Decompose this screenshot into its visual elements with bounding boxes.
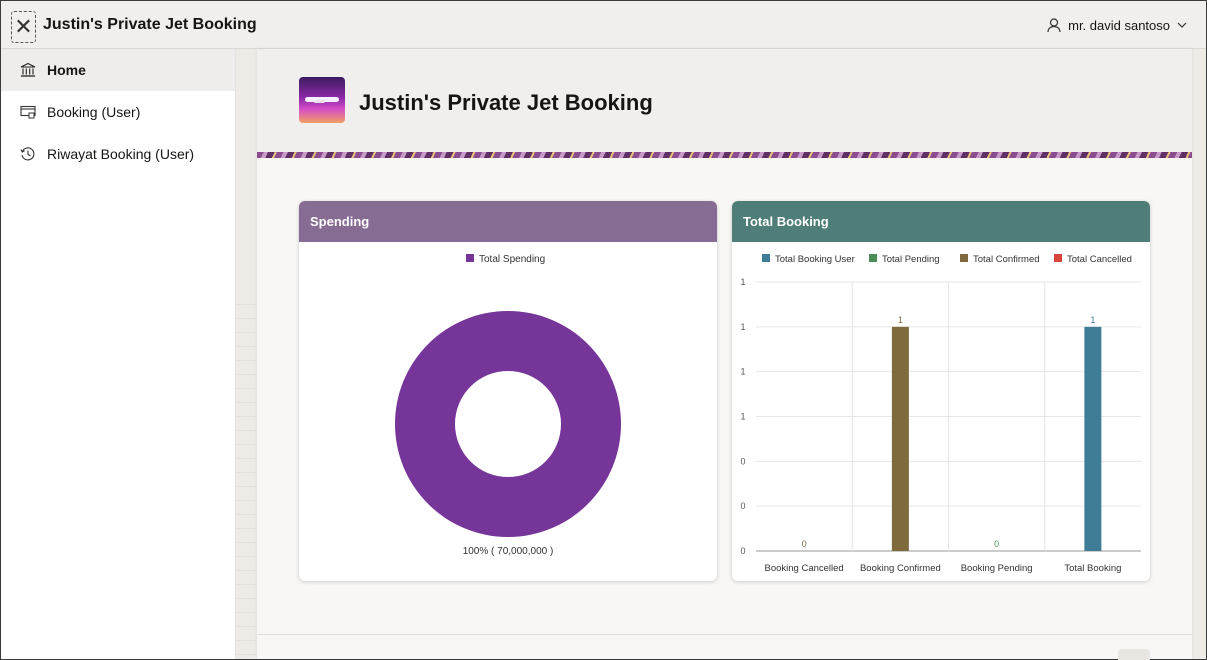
sidebar-item-riwayat-booking[interactable]: Riwayat Booking (User) bbox=[1, 133, 235, 175]
legend-swatch-2 bbox=[960, 254, 968, 262]
sidebar-item-label: Booking (User) bbox=[47, 104, 141, 120]
legend-label-0: Total Booking User bbox=[775, 254, 855, 265]
app-title: Justin's Private Jet Booking bbox=[43, 16, 257, 33]
bar-data-label: 0 bbox=[994, 539, 999, 549]
top-bar: ✕ Justin's Private Jet Booking mr. david… bbox=[1, 1, 1206, 49]
x-tick-label: Total Booking bbox=[1064, 563, 1121, 574]
spending-chart: Total Spending 100% ( 70,000,000 ) bbox=[395, 254, 621, 557]
total-booking-card-title: Total Booking bbox=[732, 201, 1150, 242]
y-tick-label: 0 bbox=[740, 501, 745, 511]
legend-swatch-total-spending bbox=[466, 254, 474, 262]
x-tick-label: Booking Confirmed bbox=[860, 563, 941, 574]
bank-icon bbox=[19, 61, 37, 79]
y-tick-label: 0 bbox=[740, 546, 745, 556]
close-icon[interactable]: ✕ bbox=[11, 11, 36, 43]
app-logo bbox=[299, 77, 345, 123]
content-divider bbox=[257, 634, 1192, 635]
total-booking-chart: Total Booking User Total Pending Total Con… bbox=[740, 254, 1141, 574]
sidebar-item-booking-user[interactable]: Booking (User) bbox=[1, 91, 235, 133]
legend-label-3: Total Cancelled bbox=[1067, 254, 1132, 265]
x-tick-label: Booking Cancelled bbox=[765, 563, 844, 574]
booking-window-icon bbox=[19, 103, 37, 121]
y-tick-label: 1 bbox=[740, 412, 745, 422]
legend-swatch-3 bbox=[1054, 254, 1062, 262]
spending-card-title: Spending bbox=[299, 201, 717, 242]
y-tick-label: 1 bbox=[740, 322, 745, 332]
user-name: mr. david santoso bbox=[1068, 17, 1170, 33]
hero-decorative-band bbox=[257, 152, 1192, 158]
bar-data-label: 1 bbox=[898, 315, 903, 325]
y-tick-label: 1 bbox=[740, 367, 745, 377]
bar-0-3 bbox=[1084, 326, 1102, 551]
sidebar-item-home[interactable]: Home bbox=[1, 49, 235, 91]
hero-banner: Justin's Private Jet Booking bbox=[257, 49, 1192, 158]
legend-label-total-spending: Total Spending bbox=[479, 254, 545, 265]
legend-label-2: Total Confirmed bbox=[973, 254, 1040, 265]
scroll-button[interactable] bbox=[1118, 649, 1150, 660]
legend-swatch-1 bbox=[869, 254, 877, 262]
history-clock-icon bbox=[19, 145, 37, 163]
bar-data-label: 0 bbox=[802, 539, 807, 549]
bar-data-label: 1 bbox=[1090, 315, 1095, 325]
page-title: Justin's Private Jet Booking bbox=[359, 90, 653, 115]
donut-value-label: 100% ( 70,000,000 ) bbox=[463, 546, 554, 557]
legend-swatch-0 bbox=[762, 254, 770, 262]
sidebar: Home Booking (User) Riwayat Booking (Use… bbox=[1, 49, 236, 659]
y-tick-label: 1 bbox=[740, 277, 745, 287]
sidebar-item-label: Home bbox=[47, 62, 86, 78]
total-booking-card: Total Booking Total Booking User Total Pe… bbox=[732, 201, 1150, 581]
y-tick-label: 0 bbox=[740, 456, 745, 466]
user-menu[interactable]: mr. david santoso bbox=[1046, 17, 1188, 33]
chevron-down-icon bbox=[1176, 19, 1188, 31]
sidebar-item-label: Riwayat Booking (User) bbox=[47, 146, 195, 162]
spending-card: Spending Total Spending 100% ( 70,000,000… bbox=[299, 201, 717, 581]
user-icon bbox=[1046, 17, 1062, 33]
x-tick-label: Booking Pending bbox=[961, 563, 1033, 574]
donut-slice-0 bbox=[395, 310, 621, 538]
bar-2-1 bbox=[891, 326, 909, 551]
legend-label-1: Total Pending bbox=[882, 254, 940, 265]
